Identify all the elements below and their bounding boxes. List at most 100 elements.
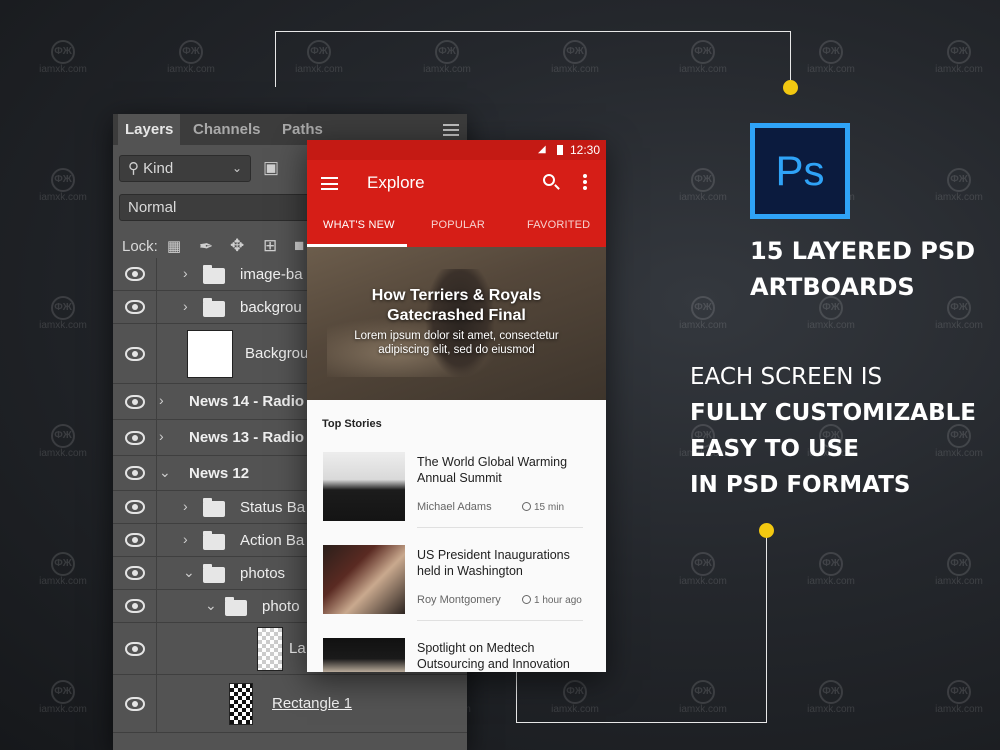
- layer-name: Backgrou: [245, 345, 309, 362]
- menu-icon[interactable]: [321, 177, 338, 190]
- layer-row[interactable]: Rectangle 1: [113, 675, 467, 733]
- visibility-toggle[interactable]: [113, 557, 157, 589]
- watermark-text: iamxk.com: [935, 704, 983, 715]
- watermark-text: iamxk.com: [679, 704, 727, 715]
- visibility-toggle[interactable]: [113, 258, 157, 290]
- layer-name: Action Ba: [240, 531, 305, 549]
- hero-card[interactable]: How Terriers & Royals Gatecrashed Final …: [307, 247, 606, 400]
- folder-icon: [203, 264, 225, 284]
- filter-kind-label: Kind: [143, 160, 174, 177]
- watermark-text: iamxk.com: [807, 576, 855, 587]
- watermark-mark: ФЖ: [819, 552, 843, 576]
- headline-line1: 15 LAYERED PSD: [750, 237, 976, 265]
- hero-title-line2: Gatecrashed Final: [387, 307, 526, 324]
- watermark-mark: ФЖ: [691, 680, 715, 704]
- tab-layers[interactable]: Layers: [118, 114, 181, 145]
- connector-line-bottom-h: [516, 722, 767, 723]
- filter-kind-select[interactable]: ⚲ Kind ⌄: [119, 155, 251, 182]
- clock-icon: [522, 595, 531, 604]
- lock-position-icon[interactable]: ✥: [230, 236, 244, 256]
- chevron-down-icon[interactable]: ⌄: [183, 564, 195, 581]
- lock-all-icon[interactable]: ■: [294, 236, 304, 256]
- section-title: Top Stories: [322, 418, 382, 430]
- watermark: ФЖiamxk.com: [540, 680, 610, 716]
- watermark-mark: ФЖ: [51, 680, 75, 704]
- connector-line-bottom-v2: [516, 672, 517, 723]
- watermark: ФЖiamxk.com: [28, 168, 98, 204]
- hero-title: How Terriers & Royals Gatecrashed Final: [307, 286, 606, 326]
- folder-icon: [203, 297, 225, 317]
- feature-easy-to-use: EASY TO USE: [690, 436, 859, 462]
- watermark-text: iamxk.com: [423, 64, 471, 75]
- watermark-text: iamxk.com: [679, 64, 727, 75]
- lock-transparent-icon[interactable]: ▦: [167, 237, 181, 257]
- chevron-right-icon[interactable]: ›: [183, 265, 188, 281]
- watermark-text: iamxk.com: [167, 64, 215, 75]
- chevron-down-icon[interactable]: ⌄: [159, 464, 171, 481]
- watermark: ФЖiamxk.com: [28, 552, 98, 588]
- blend-mode-select[interactable]: Normal: [119, 194, 319, 221]
- visibility-toggle[interactable]: [113, 324, 157, 383]
- chevron-right-icon[interactable]: ›: [183, 531, 188, 547]
- layer-name: News 13 - Radio: [189, 429, 305, 446]
- chevron-down-icon[interactable]: ⌄: [205, 597, 217, 614]
- watermark-mark: ФЖ: [51, 552, 75, 576]
- tab-popular[interactable]: POPULAR: [431, 219, 485, 231]
- layer-name: Status Ba: [240, 498, 306, 516]
- panel-menu-icon[interactable]: [443, 124, 459, 136]
- more-icon[interactable]: [583, 174, 587, 190]
- folder-icon: [203, 530, 225, 550]
- visibility-toggle[interactable]: [113, 384, 157, 419]
- visibility-toggle[interactable]: [113, 491, 157, 523]
- story-thumbnail: [323, 545, 405, 614]
- eye-icon: [125, 394, 145, 409]
- lock-artboard-icon[interactable]: ⊞: [263, 236, 277, 256]
- feature-psd-formats: IN PSD FORMATS: [690, 472, 911, 498]
- visibility-toggle[interactable]: [113, 590, 157, 622]
- visibility-toggle[interactable]: [113, 524, 157, 556]
- story-thumbnail: [323, 452, 405, 521]
- watermark-mark: ФЖ: [947, 680, 971, 704]
- layer-name: photo: [262, 597, 300, 615]
- signal-icon: ◢: [538, 144, 546, 155]
- chevron-right-icon[interactable]: ›: [159, 428, 164, 444]
- chevron-right-icon[interactable]: ›: [183, 498, 188, 514]
- visibility-toggle[interactable]: [113, 623, 157, 674]
- hero-title-line1: How Terriers & Royals: [371, 287, 542, 304]
- eye-icon: [125, 300, 145, 314]
- visibility-toggle[interactable]: [113, 456, 157, 490]
- watermark-text: iamxk.com: [935, 192, 983, 203]
- watermark-text: iamxk.com: [935, 64, 983, 75]
- headline-line2: ARTBOARDS: [750, 273, 915, 301]
- hero-sub-line2: adipiscing elit, sed do eiusmod: [378, 344, 535, 356]
- layer-name: News 12: [189, 464, 250, 482]
- lock-paint-icon[interactable]: ✒: [199, 237, 213, 257]
- feature-intro: EACH SCREEN IS: [690, 364, 883, 390]
- watermark-mark: ФЖ: [947, 168, 971, 192]
- watermark-mark: ФЖ: [51, 424, 75, 448]
- watermark-text: iamxk.com: [551, 64, 599, 75]
- watermark-mark: ФЖ: [51, 40, 75, 64]
- visibility-toggle[interactable]: [113, 420, 157, 455]
- watermark-text: iamxk.com: [807, 704, 855, 715]
- story-item[interactable]: The World Global Warming Annual Summit M…: [323, 452, 583, 537]
- watermark: ФЖiamxk.com: [796, 40, 866, 76]
- tab-favorited[interactable]: FAVORITED: [527, 219, 590, 231]
- hero-subtitle: Lorem ipsum dolor sit amet, consectetur …: [307, 329, 606, 357]
- story-item[interactable]: US President Inaugurations held in Washi…: [323, 545, 583, 630]
- chevron-right-icon[interactable]: ›: [183, 298, 188, 314]
- image-filter-icon[interactable]: ▣: [263, 158, 279, 178]
- visibility-toggle[interactable]: [113, 291, 157, 323]
- layer-name: photos: [240, 564, 286, 582]
- clock-icon: [522, 502, 531, 511]
- watermark: ФЖiamxk.com: [28, 296, 98, 332]
- watermark-text: iamxk.com: [935, 576, 983, 587]
- visibility-toggle[interactable]: [113, 675, 157, 732]
- watermark-text: iamxk.com: [679, 320, 727, 331]
- story-item[interactable]: Spotlight on Medtech Outsourcing and Inn…: [323, 638, 583, 672]
- search-icon[interactable]: [543, 174, 555, 186]
- story-author: Roy Montgomery: [417, 594, 501, 606]
- tab-whats-new[interactable]: WHAT'S NEW: [323, 219, 395, 231]
- tab-channels[interactable]: Channels: [186, 114, 268, 145]
- chevron-right-icon[interactable]: ›: [159, 392, 164, 408]
